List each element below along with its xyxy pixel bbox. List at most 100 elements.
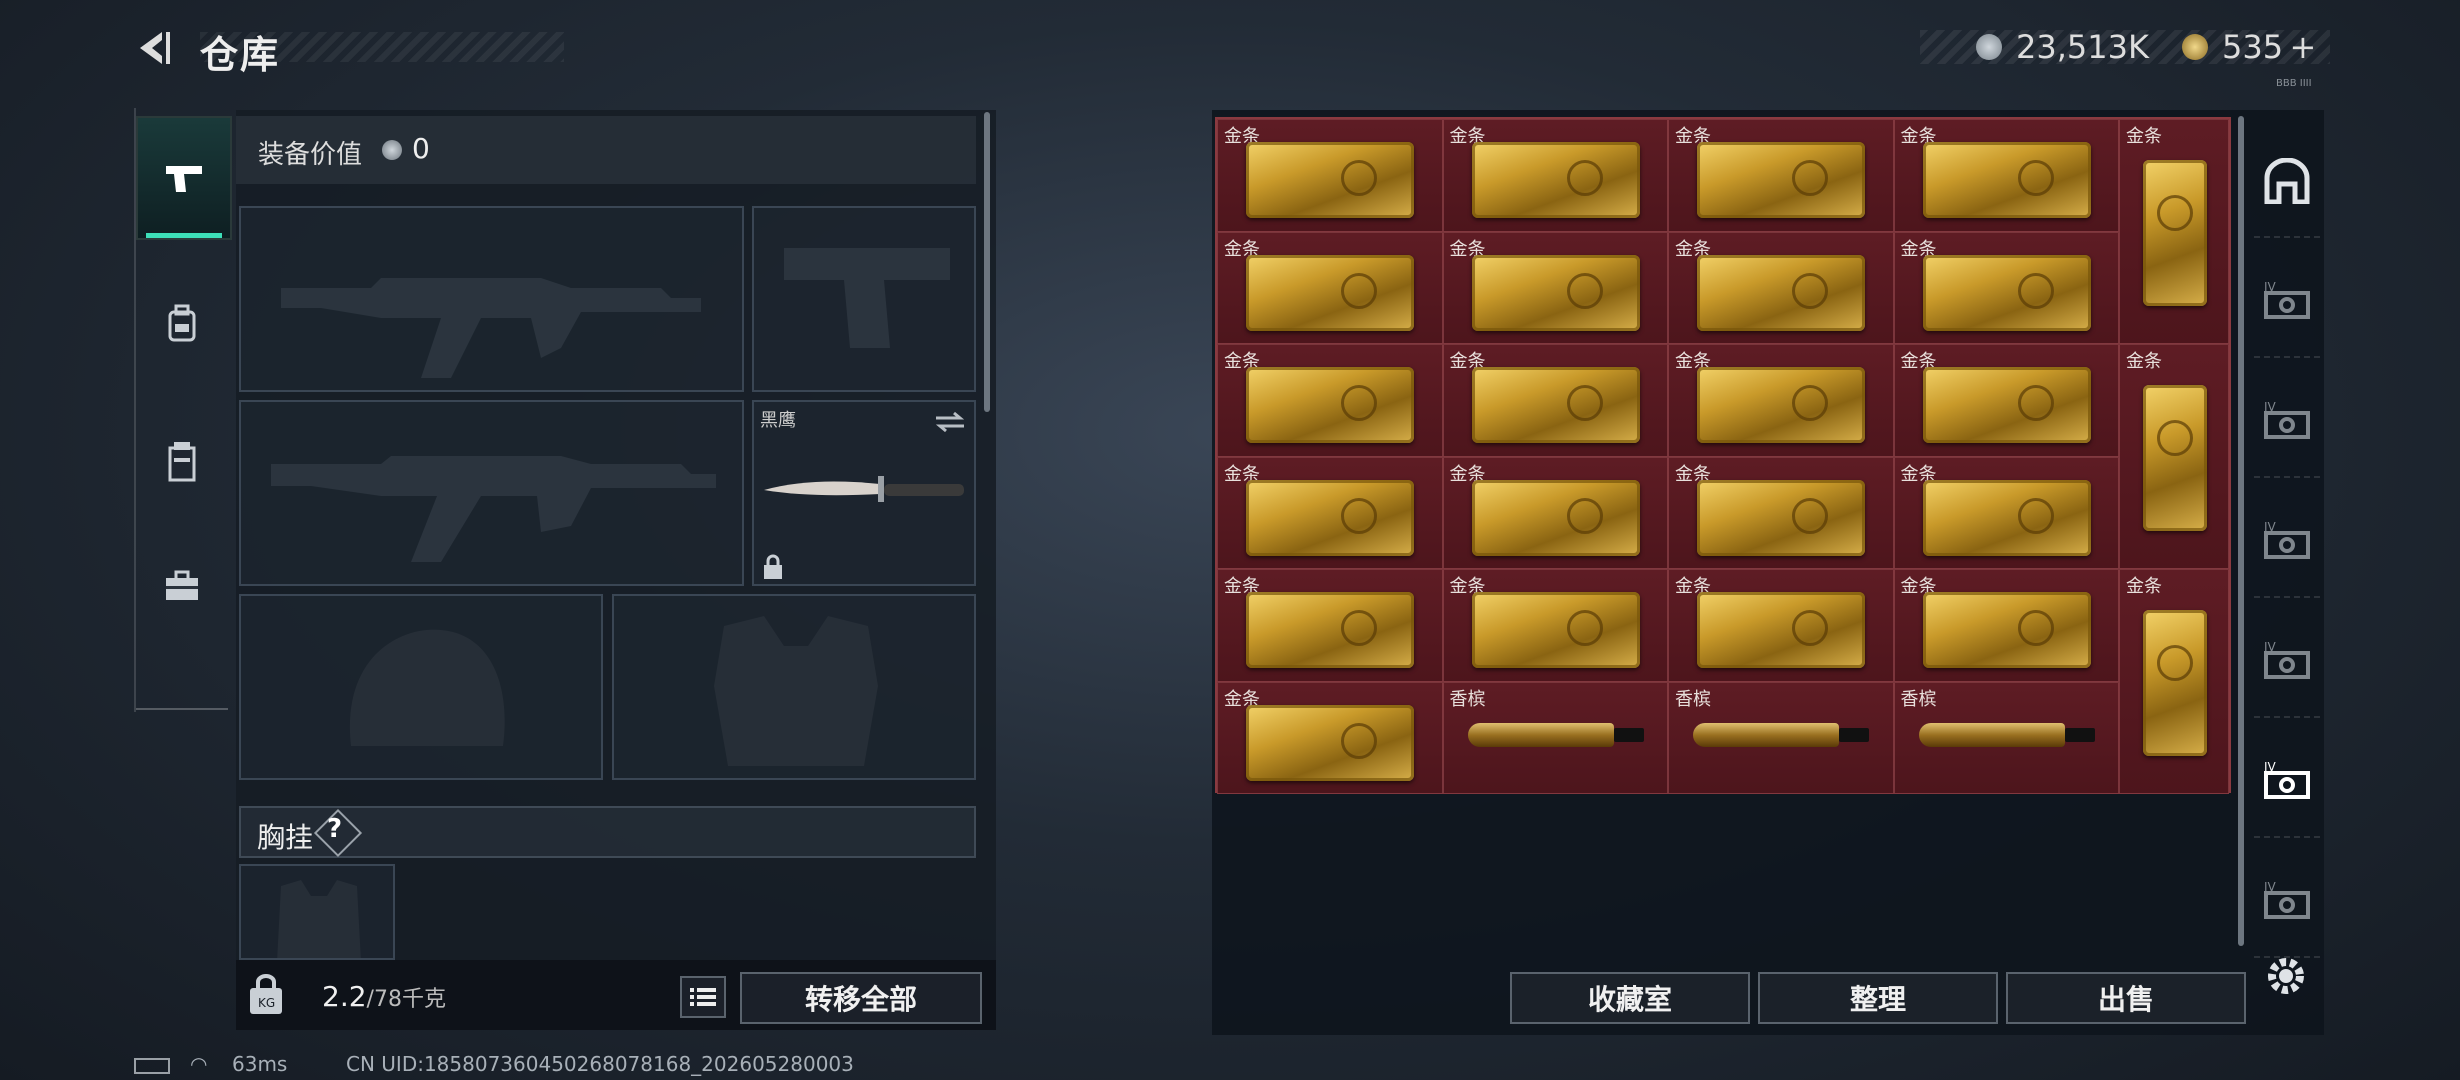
storage-grid: 金条 金条 金条 金条 金条 金条 金条 金条 金条 金条 金条 金条 金条 金条 金条 金条 金条 金条 金条 金条… <box>1215 117 2231 794</box>
gold-bar-icon <box>1471 479 1640 556</box>
mini-label: BBB IIII <box>2276 78 2312 89</box>
storage-item-gold[interactable]: 金条 <box>1442 456 1668 569</box>
storage-item-gold[interactable]: 金条 <box>1893 119 2119 232</box>
gold-bar-icon <box>1697 592 1865 668</box>
svg-text:IV: IV <box>2264 760 2277 774</box>
tab-home[interactable] <box>2254 126 2320 238</box>
settings-button[interactable] <box>2262 952 2310 1000</box>
gold-bar-icon <box>1246 479 1414 556</box>
storage-item-gold[interactable]: 金条 <box>1442 344 1668 457</box>
gold-bar-icon <box>1246 254 1414 331</box>
storage-item-gold[interactable]: 金条 <box>1668 456 1894 569</box>
tab-storage-box[interactable]: IV <box>2254 726 2320 838</box>
weight-readout: 2.2/78千克 <box>322 980 446 1013</box>
tab-weapons[interactable] <box>136 116 232 240</box>
storage-item-gold-vertical[interactable]: 金条 <box>2119 119 2229 344</box>
storage-item-gold[interactable]: 金条 <box>1217 119 1443 232</box>
armor-slot[interactable] <box>612 594 976 780</box>
storage-item-gold[interactable]: 金条 <box>1893 456 2119 569</box>
storage-item-gold[interactable]: 金条 <box>1893 344 2119 457</box>
storage-item-gold[interactable]: 金条 <box>1668 569 1894 682</box>
tab-storage-box[interactable]: IV <box>2254 366 2320 478</box>
item-label: 金条 <box>2126 576 2162 597</box>
gold-bar-icon <box>1471 367 1640 443</box>
champagne-bottle-icon <box>1918 722 2095 747</box>
helmet-silhouette-icon <box>349 629 505 746</box>
list-view-button[interactable] <box>680 976 726 1018</box>
list-icon <box>690 988 716 1006</box>
storage-item-gold[interactable]: 金条 <box>1217 569 1443 682</box>
swap-icon[interactable] <box>934 410 966 434</box>
tab-container[interactable] <box>136 402 228 522</box>
weight-max: /78千克 <box>366 987 446 1012</box>
storage-item-gold[interactable]: 金条 <box>1217 681 1443 794</box>
chest-rig-header: 胸挂 ? <box>239 806 976 858</box>
tab-storage-box[interactable]: IV <box>2254 606 2320 718</box>
back-button[interactable] <box>132 26 176 70</box>
gold-bar-icon <box>2143 610 2207 756</box>
storage-box-icon: IV <box>2264 280 2310 319</box>
storage-item-gold[interactable]: 金条 <box>1217 456 1443 569</box>
organize-button[interactable]: 整理 <box>1758 972 1998 1024</box>
equipment-value-label: 装备价值 <box>258 140 363 170</box>
gold-bar-icon <box>1471 592 1640 668</box>
storage-item-gold[interactable]: 金条 <box>1442 569 1668 682</box>
storage-tab-column: IV IV IV IV IV IV <box>2254 116 2320 958</box>
primary-weapon-slot[interactable] <box>239 206 744 392</box>
storage-item-gold[interactable]: 金条 <box>1217 231 1443 344</box>
equipment-scrollbar[interactable] <box>984 112 990 412</box>
weight-current: 2.2 <box>322 980 367 1013</box>
gold-bar-icon <box>1922 254 2091 331</box>
gold-bar-icon <box>1922 367 2091 443</box>
secondary-weapon-slot[interactable] <box>239 400 744 586</box>
collection-room-button[interactable]: 收藏室 <box>1510 972 1750 1024</box>
storage-item-gold[interactable]: 金条 <box>1668 344 1894 457</box>
storage-item-gold[interactable]: 金条 <box>1442 231 1668 344</box>
storage-item-champagne[interactable]: 香槟 <box>1893 681 2119 794</box>
storage-box-icon: IV <box>2264 880 2310 919</box>
storage-box-icon: IV <box>2264 640 2310 679</box>
melee-slot[interactable]: 黑鹰 <box>752 400 976 586</box>
help-icon[interactable]: ? <box>327 814 342 844</box>
item-label: 香槟 <box>1449 688 1486 710</box>
sidearm-slot[interactable] <box>752 206 976 392</box>
battery-icon <box>134 1058 170 1074</box>
tab-toolbox[interactable] <box>136 526 228 646</box>
tab-storage-box[interactable]: IV <box>2254 246 2320 358</box>
ping-text: 63ms <box>232 1052 288 1076</box>
silver-coin-icon <box>1976 34 2002 60</box>
gold-bar-icon <box>1922 142 2091 218</box>
weight-icon: KG <box>244 974 288 1018</box>
storage-item-gold-vertical[interactable]: 金条 <box>2119 569 2229 794</box>
tab-storage-box[interactable]: IV <box>2254 486 2320 598</box>
storage-item-gold[interactable]: 金条 <box>1668 119 1894 232</box>
storage-scrollbar[interactable] <box>2238 116 2244 946</box>
transfer-all-button[interactable]: 转移全部 <box>740 972 982 1024</box>
storage-item-gold[interactable]: 金条 <box>1893 231 2119 344</box>
storage-item-gold[interactable]: 金条 <box>1217 344 1443 457</box>
champagne-bottle-icon <box>1467 722 1644 747</box>
tab-storage-box[interactable]: IV <box>2254 846 2320 958</box>
svg-text:IV: IV <box>2264 400 2277 414</box>
gold-bar-icon <box>2143 160 2207 306</box>
helmet-slot[interactable] <box>239 594 603 780</box>
chest-rig-slot[interactable] <box>239 864 395 960</box>
storage-item-gold[interactable]: 金条 <box>1442 119 1668 232</box>
storage-item-gold-vertical[interactable]: 金条 <box>2119 344 2229 569</box>
sell-button[interactable]: 出售 <box>2006 972 2246 1024</box>
knife-icon <box>764 476 964 502</box>
item-label: 香槟 <box>1900 688 1937 710</box>
melee-label: 黑鹰 <box>760 410 796 431</box>
storage-item-champagne[interactable]: 香槟 <box>1668 681 1894 794</box>
equipment-value: 0 <box>412 132 430 165</box>
tab-backpack[interactable] <box>136 264 228 384</box>
left-tab-column <box>134 108 232 712</box>
svg-text:IV: IV <box>2264 640 2277 654</box>
storage-item-champagne[interactable]: 香槟 <box>1442 681 1668 794</box>
item-label: 金条 <box>2126 351 2162 372</box>
rifle-silhouette-icon <box>271 456 716 562</box>
storage-item-gold[interactable]: 金条 <box>1668 231 1894 344</box>
storage-item-gold[interactable]: 金条 <box>1893 569 2119 682</box>
currency-secondary: 535 + <box>2222 28 2317 66</box>
pistol-icon <box>166 166 202 192</box>
